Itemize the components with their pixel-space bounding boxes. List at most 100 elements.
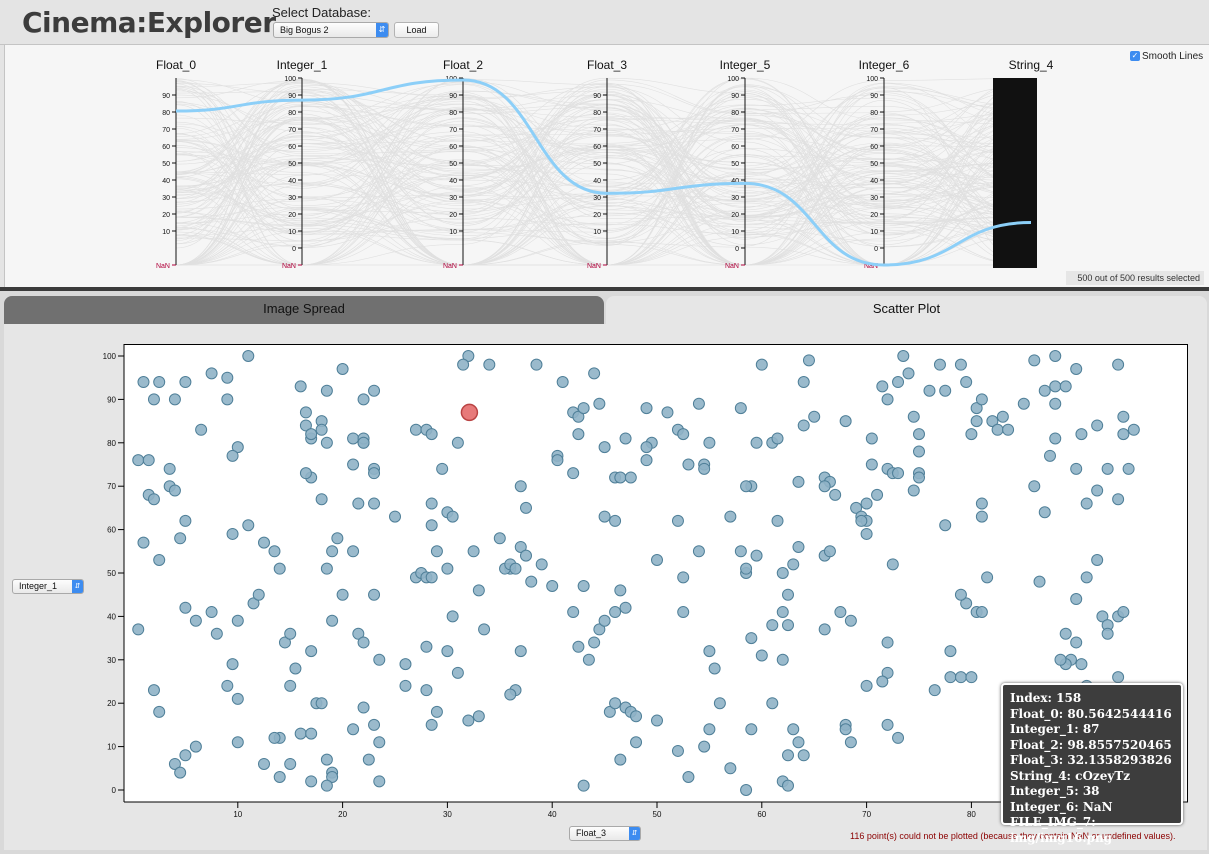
- tick-label: 30: [870, 195, 878, 202]
- background-line: [175, 130, 1032, 248]
- nan-label: NaN: [587, 263, 601, 270]
- y-axis-select[interactable]: Integer_1 ⇵: [12, 579, 84, 594]
- tab-scatter-plot[interactable]: Scatter Plot: [606, 296, 1207, 324]
- tooltip-line: Integer_5: 38: [1010, 784, 1100, 798]
- tick-label: 20: [162, 212, 170, 219]
- tick-label: 0: [735, 246, 739, 253]
- panel-divider[interactable]: [0, 287, 1209, 291]
- tick-label: 30: [288, 195, 296, 202]
- tick-label: 30: [162, 195, 170, 202]
- tick-label: 50: [162, 161, 170, 168]
- tick-label: 20: [449, 212, 457, 219]
- tick-label: 10: [731, 229, 739, 236]
- tick-label: 90: [162, 93, 170, 100]
- tick-label: 20: [731, 212, 739, 219]
- tick-label: 60: [593, 144, 601, 151]
- nan-label: NaN: [282, 263, 296, 270]
- tooltip-line: Float_0: 80.5642544416: [1010, 706, 1172, 721]
- chevron-updown-icon: ⇵: [629, 827, 640, 840]
- tick-label: 50: [593, 161, 601, 168]
- tick-label: 10: [593, 229, 601, 236]
- x-axis-select-value: Float_3: [576, 828, 607, 838]
- point-tooltip: Index: 158 Float_0: 80.5642544416 Intege…: [1001, 683, 1183, 845]
- app-header: Cinema:Explorer Select Database: Big Bog…: [0, 0, 1209, 45]
- tick-label: 70: [288, 127, 296, 134]
- tick-label: 90: [449, 93, 457, 100]
- tick-label: 90: [593, 93, 601, 100]
- tick-label: 20: [593, 212, 601, 219]
- tick-label: 70: [870, 127, 878, 134]
- tick-label: 0: [874, 246, 878, 253]
- database-label: Select Database:: [272, 5, 372, 20]
- tick-label: 60: [449, 144, 457, 151]
- tick-label: 90: [870, 93, 878, 100]
- tick-label: 70: [162, 127, 170, 134]
- tick-label: 40: [288, 178, 296, 185]
- background-line: [175, 95, 1032, 215]
- tooltip-line: FILE_IMG_7: img/img16.png: [1010, 815, 1113, 845]
- tick-label: 80: [870, 110, 878, 117]
- axis-title: Integer_6: [859, 58, 910, 72]
- tick-label: 10: [288, 229, 296, 236]
- tick-label: 60: [731, 144, 739, 151]
- tooltip-line: Integer_6: NaN: [1010, 799, 1113, 814]
- tooltip-line: String_4: cOzeyTz: [1010, 768, 1131, 783]
- smooth-lines-label: Smooth Lines: [1142, 51, 1204, 62]
- tab-image-spread[interactable]: Image Spread: [4, 296, 604, 324]
- tick-label: 80: [288, 110, 296, 117]
- axis-title: Integer_1: [277, 58, 328, 72]
- tooltip-line: Float_3: 32.1358293826: [1010, 753, 1172, 767]
- tooltip-line: Integer_1: 87: [1010, 722, 1100, 736]
- tick-label: 80: [162, 110, 170, 117]
- tick-label: 10: [870, 229, 878, 236]
- nan-label: NaN: [725, 263, 739, 270]
- tick-label: 60: [162, 144, 170, 151]
- nan-label: NaN: [443, 263, 457, 270]
- tick-label: 30: [449, 195, 457, 202]
- chevron-updown-icon: ⇵: [72, 580, 83, 593]
- tick-label: 90: [731, 93, 739, 100]
- chevron-updown-icon: ⇵: [376, 23, 388, 37]
- tick-label: 40: [870, 178, 878, 185]
- tooltip-line: Index: 158: [1010, 691, 1082, 705]
- axis-title: Float_0: [156, 58, 196, 72]
- background-lines: [175, 77, 1032, 266]
- database-select-value: Big Bogus 2: [280, 25, 329, 35]
- tick-label: 50: [731, 161, 739, 168]
- tick-label: 50: [449, 161, 457, 168]
- tick-label: 100: [727, 76, 739, 83]
- tick-label: 40: [162, 178, 170, 185]
- tick-label: 10: [162, 229, 170, 236]
- tick-label: 70: [731, 127, 739, 134]
- tick-label: 80: [731, 110, 739, 117]
- tick-label: 60: [288, 144, 296, 151]
- tooltip-line: Float_2: 98.8557520465: [1010, 737, 1172, 752]
- smooth-lines-checkbox[interactable]: ✓: [1130, 51, 1140, 61]
- parallel-coordinates-panel: Float_0 90 80 70 60 50 40 30 20 10 NaN Integer_1 100…: [4, 45, 1209, 287]
- tick-label: 100: [866, 76, 878, 83]
- tick-label: 40: [449, 178, 457, 185]
- string-axis-block: [993, 78, 1037, 268]
- tick-label: 60: [870, 144, 878, 151]
- load-button[interactable]: Load: [394, 22, 439, 38]
- database-select[interactable]: Big Bogus 2 ⇵: [273, 22, 389, 38]
- tick-label: 20: [288, 212, 296, 219]
- tick-label: 10: [449, 229, 457, 236]
- parallel-coordinates-chart[interactable]: Float_0908070605040302010NaNInteger_1100…: [5, 45, 1209, 287]
- tick-label: 30: [593, 195, 601, 202]
- tick-label: 0: [292, 246, 296, 253]
- selection-count: 500 out of 500 results selected: [1066, 271, 1204, 285]
- axis-title: Integer_5: [720, 58, 771, 72]
- axis-title: Float_3: [587, 58, 627, 72]
- tick-label: 80: [593, 110, 601, 117]
- nan-label: NaN: [156, 263, 170, 270]
- tick-label: 50: [870, 161, 878, 168]
- x-axis-select[interactable]: Float_3 ⇵: [569, 826, 641, 841]
- tick-label: 80: [449, 110, 457, 117]
- axis-title: String_4: [1009, 58, 1054, 72]
- tick-label: 50: [288, 161, 296, 168]
- tick-label: 100: [284, 76, 296, 83]
- app-title: Cinema:Explorer: [22, 6, 276, 39]
- axis-title: Float_2: [443, 58, 483, 72]
- tick-label: 70: [593, 127, 601, 134]
